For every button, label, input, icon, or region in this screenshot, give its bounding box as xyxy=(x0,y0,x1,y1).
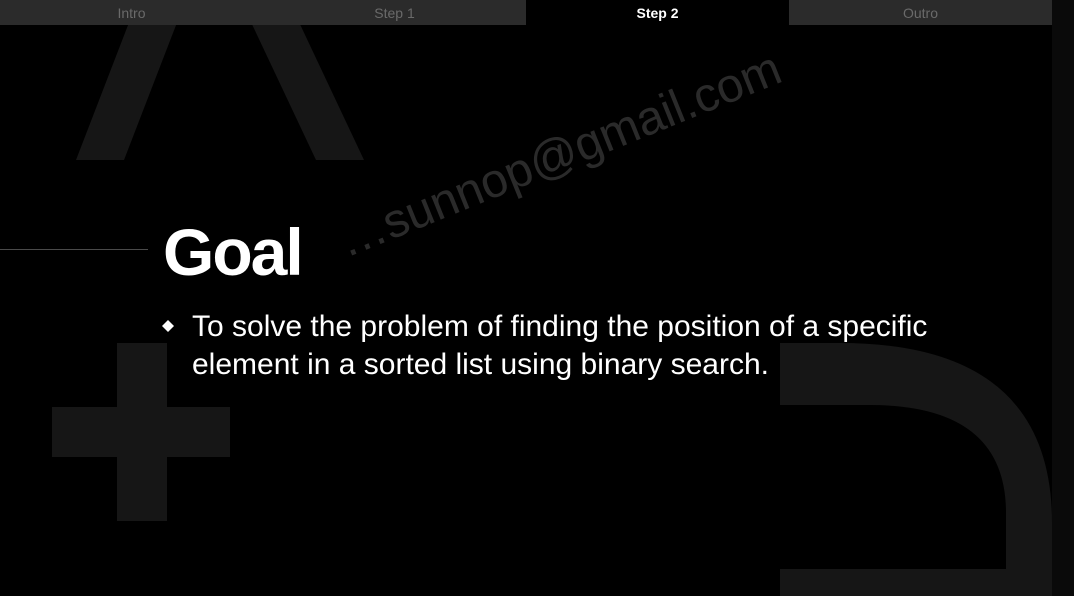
bullet-text: To solve the problem of finding the posi… xyxy=(192,310,928,381)
slide-title: Goal xyxy=(163,215,304,289)
tab-outro[interactable]: Outro xyxy=(789,0,1052,25)
diamond-bullet-icon xyxy=(162,308,192,384)
watermark: …sunnop@gmail.com xyxy=(330,41,789,269)
triangle-shape xyxy=(70,20,370,165)
bullet-item: To solve the problem of finding the posi… xyxy=(162,308,982,384)
window-edge xyxy=(1052,0,1074,596)
tab-step-2[interactable]: Step 2 xyxy=(526,0,789,25)
slide-stage: Intro Step 1 Step 2 Outro …sunnop@gmail.… xyxy=(0,0,1052,596)
title-divider xyxy=(0,249,148,250)
tab-step-1[interactable]: Step 1 xyxy=(263,0,526,25)
step-tab-bar: Intro Step 1 Step 2 Outro xyxy=(0,0,1052,25)
tab-intro[interactable]: Intro xyxy=(0,0,263,25)
